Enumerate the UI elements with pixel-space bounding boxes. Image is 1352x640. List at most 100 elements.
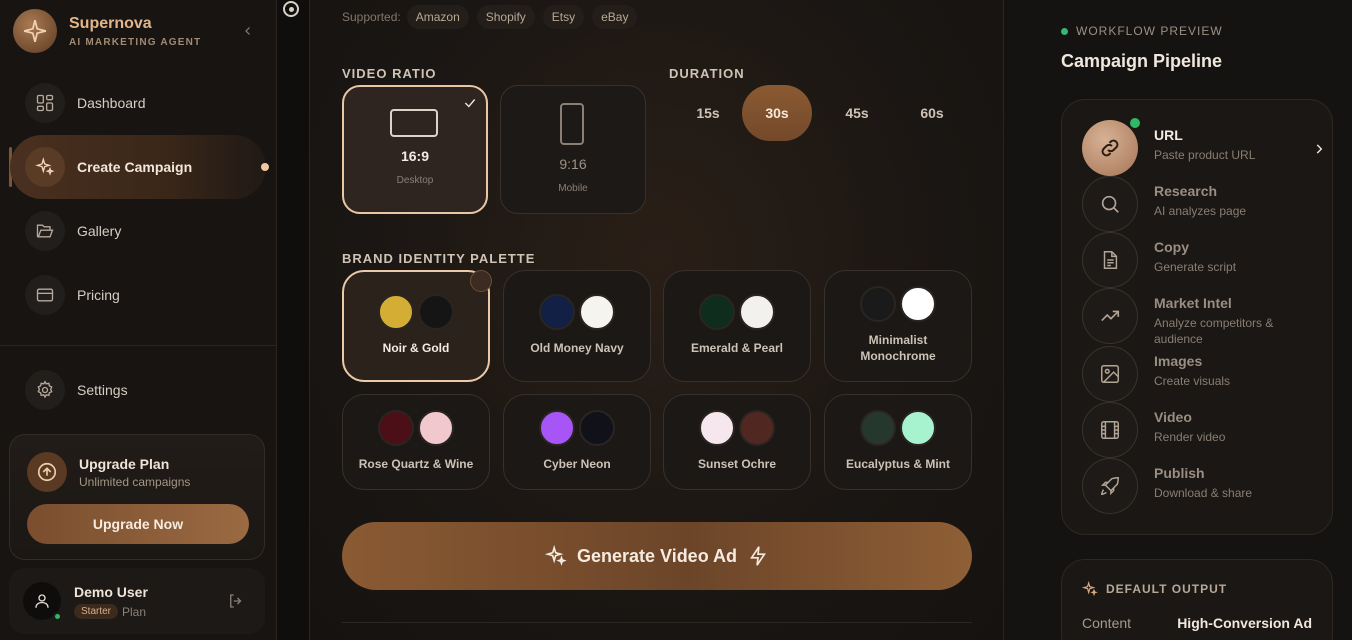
output-key: Content bbox=[1082, 615, 1132, 631]
step-title: Images bbox=[1154, 353, 1203, 369]
output-value: High-Conversion Ad bbox=[1177, 615, 1312, 631]
color-swatch bbox=[418, 294, 454, 330]
ratio-name: Desktop bbox=[396, 175, 434, 186]
sidebar-item-label: Gallery bbox=[77, 223, 122, 239]
palette-option-cyber-neon[interactable]: Cyber Neon bbox=[503, 394, 651, 490]
document-icon bbox=[1082, 232, 1138, 288]
default-output-card: DEFAULT OUTPUT Content High-Conversion A… bbox=[1061, 559, 1333, 640]
duration-option-60s[interactable]: 60s bbox=[897, 85, 967, 141]
sidebar-item-pricing[interactable]: Pricing bbox=[10, 263, 266, 327]
plan-label: Plan bbox=[122, 605, 147, 619]
platform-chip-etsy: Etsy bbox=[542, 5, 585, 29]
step-url[interactable]: URL Paste product URL bbox=[1082, 116, 1323, 176]
target-icon[interactable] bbox=[283, 1, 299, 17]
gear-icon bbox=[25, 370, 65, 410]
film-icon bbox=[1082, 402, 1138, 458]
selected-badge-icon bbox=[470, 270, 492, 292]
generate-video-ad-button[interactable]: Generate Video Ad bbox=[342, 522, 972, 590]
palette-option-old-money-navy[interactable]: Old Money Navy bbox=[503, 270, 651, 382]
step-title: Publish bbox=[1154, 465, 1205, 481]
logout-button[interactable] bbox=[227, 592, 245, 610]
color-swatch bbox=[579, 410, 615, 446]
palette-name: Minimalist Monochrome bbox=[860, 333, 936, 363]
chevron-left-icon bbox=[245, 27, 250, 35]
palette-name: Cyber Neon bbox=[543, 457, 611, 471]
color-swatch bbox=[860, 286, 896, 322]
workflow-label-text: WORKFLOW PREVIEW bbox=[1076, 24, 1223, 38]
palette-name: Emerald & Pearl bbox=[690, 341, 784, 355]
arrow-up-circle-icon bbox=[27, 452, 67, 492]
step-images[interactable]: Images Create visuals bbox=[1082, 346, 1322, 402]
step-subtitle: Download & share bbox=[1154, 486, 1253, 500]
folder-icon bbox=[25, 211, 65, 251]
color-swatch bbox=[579, 294, 615, 330]
palette-option-noir-gold[interactable]: Noir & Gold bbox=[342, 270, 492, 382]
step-publish[interactable]: Publish Download & share bbox=[1082, 458, 1322, 514]
sidebar-item-label: Settings bbox=[77, 382, 128, 398]
workflow-preview-label: WORKFLOW PREVIEW bbox=[1061, 24, 1223, 38]
palette-option-rose-quartz-wine[interactable]: Rose Quartz & Wine bbox=[342, 394, 490, 490]
generate-label: Generate Video Ad bbox=[576, 545, 738, 566]
landscape-frame-icon bbox=[390, 109, 438, 137]
palette-option-sunset-ochre[interactable]: Sunset Ochre bbox=[663, 394, 811, 490]
duration-option-45s[interactable]: 45s bbox=[822, 85, 892, 141]
sidebar-item-label: Dashboard bbox=[77, 95, 146, 111]
step-research[interactable]: Research AI analyzes page bbox=[1082, 176, 1322, 232]
grid-icon bbox=[25, 83, 65, 123]
default-output-label: DEFAULT OUTPUT bbox=[1082, 581, 1227, 597]
color-swatch bbox=[378, 410, 414, 446]
palette-option-emerald-pearl[interactable]: Emerald & Pearl bbox=[663, 270, 811, 382]
upgrade-now-button[interactable]: Upgrade Now bbox=[27, 504, 249, 544]
form-divider bbox=[342, 622, 972, 623]
sidebar: Supernova AI MARKETING AGENT Dashboard C… bbox=[0, 0, 277, 640]
ratio-option-16-9[interactable]: 16:9 Desktop bbox=[342, 85, 488, 214]
platform-chip-shopify: Shopify bbox=[476, 5, 535, 29]
palette-option-minimalist-monochrome[interactable]: Minimalist Monochrome bbox=[824, 270, 972, 382]
palette-name: Eucalyptus & Mint bbox=[845, 457, 950, 471]
upgrade-title: Upgrade Plan bbox=[79, 456, 170, 472]
workflow-title: Campaign Pipeline bbox=[1061, 51, 1223, 71]
trending-icon bbox=[1082, 288, 1138, 344]
chevron-right-icon bbox=[1316, 144, 1323, 154]
color-swatch bbox=[860, 410, 896, 446]
step-market-intel[interactable]: Market Intel Analyze competitors & audie… bbox=[1082, 288, 1322, 346]
sidebar-item-create-campaign[interactable]: Create Campaign bbox=[10, 135, 266, 199]
step-subtitle: Create visuals bbox=[1154, 374, 1231, 388]
sidebar-item-label: Create Campaign bbox=[77, 159, 193, 175]
palette-option-eucalyptus-mint[interactable]: Eucalyptus & Mint bbox=[824, 394, 972, 490]
step-video[interactable]: Video Render video bbox=[1082, 402, 1322, 458]
collapse-sidebar-button[interactable] bbox=[238, 21, 258, 41]
duration-option-15s[interactable]: 15s bbox=[673, 85, 743, 141]
color-swatch bbox=[739, 410, 775, 446]
pipeline-steps: URL Paste product URL Research AI analyz… bbox=[1061, 99, 1333, 535]
live-status-dot bbox=[1061, 27, 1068, 35]
ratio-value: 9:16 bbox=[559, 156, 587, 172]
search-icon bbox=[1082, 176, 1138, 232]
sidebar-item-label: Pricing bbox=[77, 287, 120, 303]
duration-option-30s[interactable]: 30s bbox=[742, 85, 812, 141]
video-ratio-label: VIDEO RATIO bbox=[342, 66, 437, 81]
portrait-frame-icon bbox=[560, 103, 584, 145]
create-campaign-form: Supported: Amazon Shopify Etsy eBay VIDE… bbox=[310, 0, 1004, 640]
credit-card-icon bbox=[25, 275, 65, 315]
color-swatch bbox=[539, 294, 575, 330]
sidebar-item-dashboard[interactable]: Dashboard bbox=[10, 71, 266, 135]
active-dot bbox=[261, 163, 269, 171]
user-name: Demo User bbox=[74, 584, 148, 600]
ratio-option-9-16[interactable]: 9:16 Mobile bbox=[500, 85, 646, 214]
supported-label: Supported: bbox=[342, 10, 401, 24]
step-subtitle: Render video bbox=[1154, 430, 1226, 444]
rocket-icon bbox=[1082, 458, 1138, 514]
brand[interactable]: Supernova AI MARKETING AGENT bbox=[13, 9, 201, 53]
sidebar-item-gallery[interactable]: Gallery bbox=[10, 199, 266, 263]
sparkle-icon bbox=[25, 147, 65, 187]
ratio-name: Mobile bbox=[558, 183, 588, 194]
step-title: Market Intel bbox=[1154, 295, 1232, 311]
palette-name: Noir & Gold bbox=[382, 341, 450, 355]
check-icon bbox=[464, 99, 476, 108]
palette-name: Rose Quartz & Wine bbox=[358, 457, 474, 471]
step-copy[interactable]: Copy Generate script bbox=[1082, 232, 1322, 288]
sidebar-item-settings[interactable]: Settings bbox=[10, 358, 266, 422]
upgrade-subtitle: Unlimited campaigns bbox=[79, 475, 191, 489]
supported-platforms: Supported: Amazon Shopify Etsy eBay bbox=[342, 5, 645, 29]
